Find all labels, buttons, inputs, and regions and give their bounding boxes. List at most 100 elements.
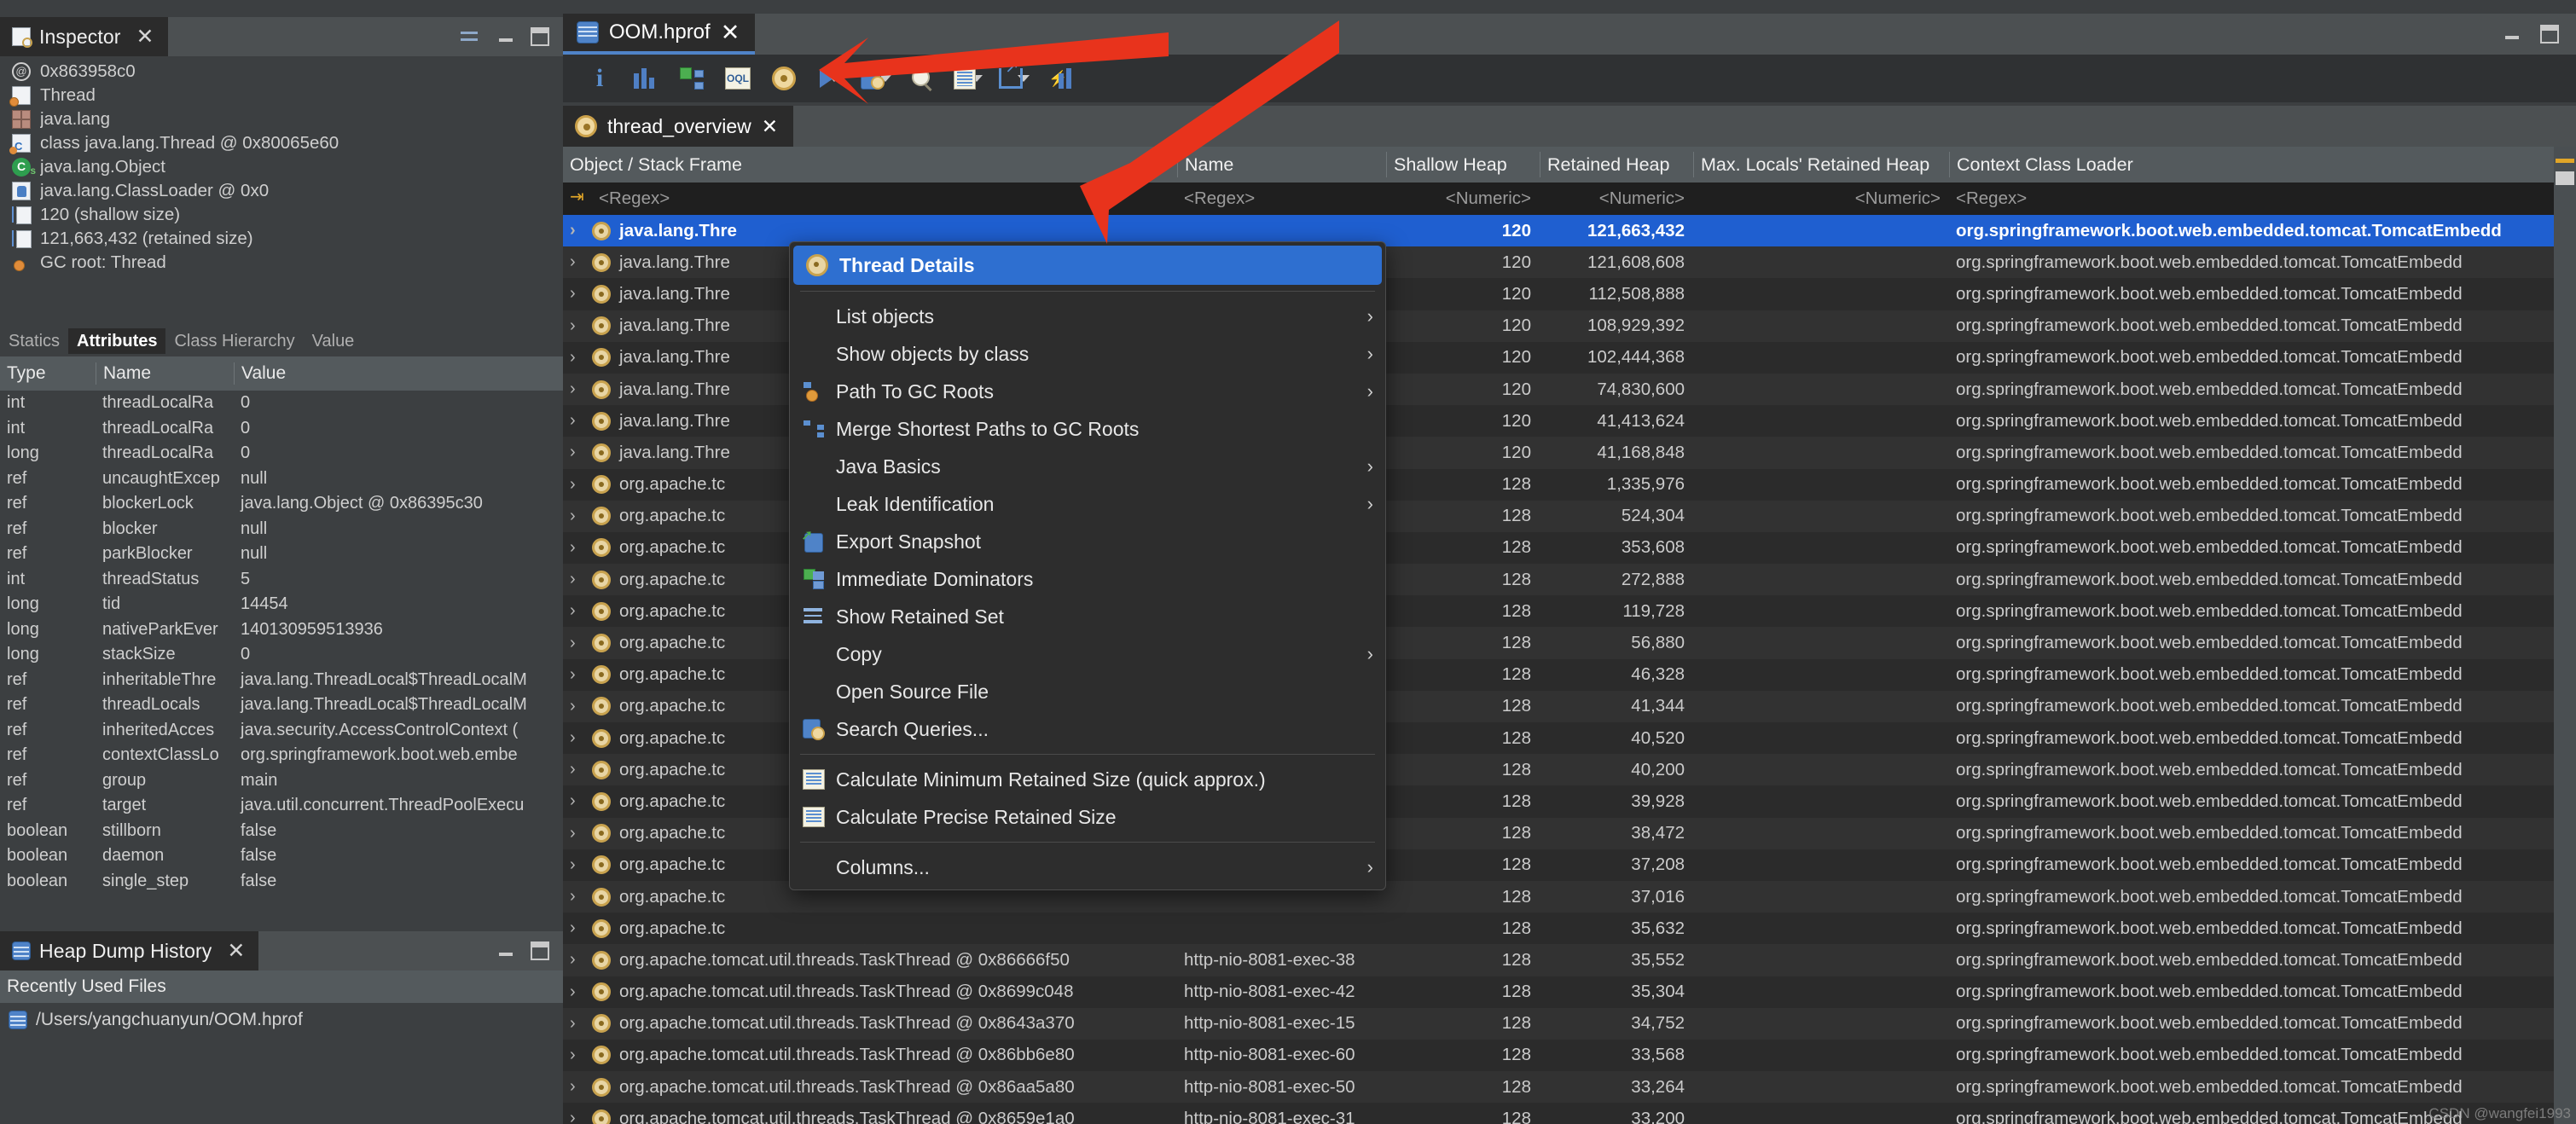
list-item[interactable]: 120 (shallow size) <box>0 203 563 227</box>
tab-statics[interactable]: Statics <box>0 328 68 354</box>
filter-name[interactable]: <Regex> <box>1177 188 1386 209</box>
column-header-name[interactable]: Name <box>96 362 234 385</box>
maximize-icon[interactable] <box>2540 25 2559 43</box>
table-row[interactable]: boolean stillborn false <box>0 819 563 844</box>
chevron-right-icon[interactable]: › <box>570 665 583 685</box>
table-row[interactable]: ref contextClassLo org.springframework.boo… <box>0 743 563 768</box>
table-row[interactable]: ref blockerLock java.lang.Object @ 0x86395… <box>0 491 563 517</box>
chevron-right-icon[interactable]: › <box>570 697 583 716</box>
chevron-right-icon[interactable]: › <box>570 760 583 779</box>
submenu-chevron-right-icon[interactable]: › <box>1367 856 1373 878</box>
filter-retained-heap[interactable]: <Numeric> <box>1540 188 1693 209</box>
thread-table-filter-row[interactable]: <Regex> <Regex> <Numeric> <Numeric> <Num… <box>563 183 2576 215</box>
calculator-button[interactable] <box>945 59 991 98</box>
menu-item-show-retained-set[interactable]: Show Retained Set <box>790 598 1385 635</box>
chevron-right-icon[interactable]: › <box>570 601 583 621</box>
menu-item-export-snapshot[interactable]: Export Snapshot <box>790 523 1385 560</box>
chevron-right-icon[interactable]: › <box>570 1046 583 1065</box>
table-row[interactable]: › org.apache.tomcat.util.threads.TaskThre… <box>563 1007 2576 1040</box>
maximize-icon[interactable] <box>531 941 549 960</box>
filter-object-stack-frame[interactable]: <Regex> <box>563 186 1177 209</box>
list-item[interactable]: class java.lang.Thread @ 0x80065e60 <box>0 131 563 155</box>
column-header-name[interactable]: Name <box>1177 152 1386 177</box>
inspector-tab[interactable]: Inspector ✕ <box>0 17 168 56</box>
chevron-right-icon[interactable]: › <box>570 1077 583 1097</box>
menu-item-show-objects-by-class[interactable]: Show objects by class › <box>790 335 1385 373</box>
chevron-right-icon[interactable]: › <box>570 411 583 431</box>
list-item[interactable]: java.lang.ClassLoader @ 0x0 <box>0 179 563 203</box>
histogram-button[interactable] <box>623 59 669 98</box>
link-with-editor-icon[interactable] <box>459 26 481 48</box>
chevron-right-icon[interactable]: › <box>570 855 583 875</box>
table-row[interactable]: ref inheritedAcces java.security.AccessCon… <box>0 718 563 744</box>
column-toggle-icon[interactable] <box>2556 171 2574 185</box>
list-item[interactable]: 121,663,432 (retained size) <box>0 227 563 251</box>
menu-item-columns[interactable]: Columns... › <box>790 849 1385 886</box>
table-row[interactable]: long nativeParkEver 140130959513936 <box>0 617 563 643</box>
chevron-right-icon[interactable]: › <box>570 316 583 336</box>
table-row[interactable]: › org.apache.tc 128 35,632 org.springframewo… <box>563 913 2576 945</box>
maximize-icon[interactable] <box>531 27 549 46</box>
tab-thread-overview[interactable]: thread_overview ✕ <box>563 106 794 147</box>
column-header-value[interactable]: Value <box>234 362 563 385</box>
filter-max-locals[interactable]: <Numeric> <box>1693 188 1949 209</box>
list-item[interactable]: /Users/yangchuanyun/OOM.hprof <box>0 1003 563 1037</box>
menu-item-immediate-dominators[interactable]: Immediate Dominators <box>790 560 1385 598</box>
table-row[interactable]: ref blocker null <box>0 517 563 542</box>
table-row[interactable]: int threadLocalRa 0 <box>0 416 563 442</box>
list-item[interactable]: Cjava.lang.Object <box>0 155 563 180</box>
chevron-right-icon[interactable]: › <box>570 634 583 653</box>
list-item[interactable]: @0x863958c0 <box>0 60 563 84</box>
minimize-icon[interactable] <box>496 941 515 960</box>
table-row[interactable]: boolean daemon false <box>0 843 563 869</box>
column-header-object-stack-frame[interactable]: Object / Stack Frame <box>563 152 1177 177</box>
menu-item-calculate-minimum-retained-size-quick-approx[interactable]: Calculate Minimum Retained Size (quick a… <box>790 761 1385 798</box>
chevron-down-icon[interactable] <box>828 75 840 82</box>
chevron-right-icon[interactable]: › <box>570 443 583 462</box>
export-button[interactable] <box>991 56 1037 98</box>
menu-item-leak-identification[interactable]: Leak Identification › <box>790 485 1385 523</box>
table-row[interactable]: long stackSize 0 <box>0 642 563 668</box>
chevron-right-icon[interactable]: › <box>570 824 583 843</box>
submenu-chevron-right-icon[interactable]: › <box>1367 343 1373 365</box>
submenu-chevron-right-icon[interactable]: › <box>1367 305 1373 327</box>
table-row[interactable]: ref inheritableThre java.lang.ThreadLocal$… <box>0 668 563 693</box>
table-row[interactable]: boolean single_step false <box>0 869 563 895</box>
chevron-right-icon[interactable]: › <box>570 252 583 272</box>
minimize-icon[interactable] <box>496 27 515 46</box>
minimize-icon[interactable] <box>2503 25 2521 43</box>
inner-tab-close-icon[interactable]: ✕ <box>762 115 778 138</box>
chevron-right-icon[interactable]: › <box>570 887 583 907</box>
menu-item-copy[interactable]: Copy › <box>790 635 1385 673</box>
menu-item-merge-shortest-paths-to-gc-roots[interactable]: Merge Shortest Paths to GC Roots <box>790 410 1385 448</box>
table-row[interactable]: › org.apache.tomcat.util.threads.TaskThre… <box>563 1103 2576 1124</box>
submenu-chevron-right-icon[interactable]: › <box>1367 643 1373 665</box>
menu-item-thread-details[interactable]: Thread Details <box>793 246 1382 285</box>
inspector-close-icon[interactable]: ✕ <box>136 24 154 49</box>
menu-item-search-queries[interactable]: Search Queries... <box>790 710 1385 748</box>
submenu-chevron-right-icon[interactable]: › <box>1367 455 1373 478</box>
chevron-right-icon[interactable]: › <box>570 918 583 938</box>
heap-dump-history-close-icon[interactable]: ✕ <box>227 938 245 964</box>
table-row[interactable]: ref target java.util.concurrent.ThreadPool… <box>0 793 563 819</box>
chevron-right-icon[interactable]: › <box>570 982 583 1002</box>
chevron-right-icon[interactable]: › <box>570 570 583 589</box>
heap-dump-history-tab[interactable]: Heap Dump History ✕ <box>0 931 259 970</box>
chevron-right-icon[interactable]: › <box>570 348 583 368</box>
chevron-right-icon[interactable]: › <box>570 379 583 399</box>
menu-item-open-source-file[interactable]: Open Source File <box>790 673 1385 710</box>
chevron-right-icon[interactable]: › <box>570 1014 583 1034</box>
menu-item-calculate-precise-retained-size[interactable]: Calculate Precise Retained Size <box>790 798 1385 836</box>
chevron-right-icon[interactable]: › <box>570 284 583 304</box>
horizontal-resize-icon[interactable] <box>2556 159 2574 163</box>
thread-overview-button[interactable] <box>761 59 807 98</box>
menu-item-path-to-gc-roots[interactable]: Path To GC Roots › <box>790 373 1385 410</box>
column-header-max-locals-retained-heap[interactable]: Max. Locals' Retained Heap <box>1693 152 1949 177</box>
compare-button[interactable]: ⚡ <box>1037 59 1083 98</box>
table-row[interactable]: › org.apache.tomcat.util.threads.TaskThre… <box>563 1039 2576 1072</box>
table-row[interactable]: ref uncaughtExcep null <box>0 466 563 492</box>
submenu-chevron-right-icon[interactable]: › <box>1367 493 1373 515</box>
run-query-button[interactable] <box>807 59 853 98</box>
table-row[interactable]: › org.apache.tomcat.util.threads.TaskThre… <box>563 944 2576 976</box>
list-item[interactable]: GC root: Thread <box>0 251 563 275</box>
